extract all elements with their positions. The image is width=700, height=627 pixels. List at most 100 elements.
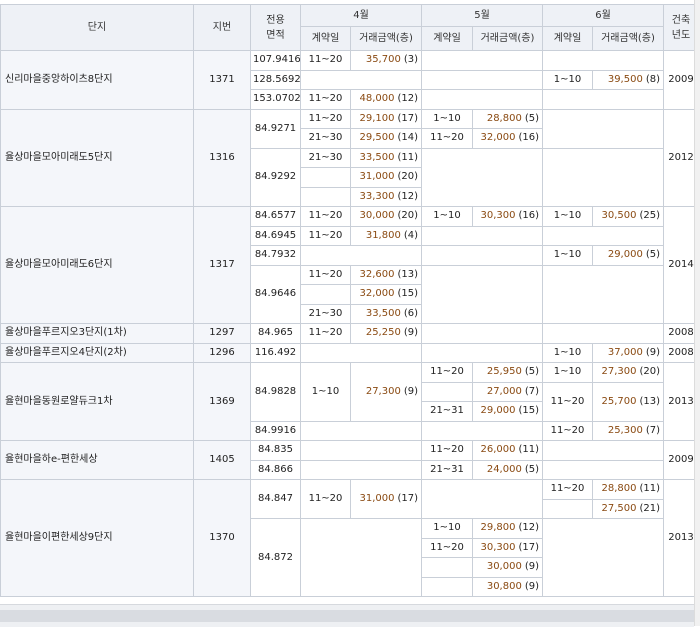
header-month-6: 6월 [542, 4, 664, 27]
contract-day-cell: 1~10 [421, 108, 473, 129]
amount-value: 32,000 [359, 288, 395, 300]
amount-value: 31,000 [359, 493, 395, 504]
contract-day-cell [300, 167, 351, 188]
amount-value: 30,800 [486, 580, 522, 592]
complex-name-cell: 율현마을하e-편한세상 [0, 440, 194, 480]
amount-value: 29,000 [480, 405, 516, 417]
empty-trade-cell [542, 147, 664, 207]
empty-trade-cell [300, 245, 422, 266]
area-cell: 84.866 [250, 459, 301, 480]
contract-day-cell: 21~30 [300, 128, 351, 149]
scrollbar-thumb[interactable] [0, 610, 694, 622]
empty-trade-cell [300, 518, 422, 597]
amount-value: 29,000 [607, 249, 643, 261]
floor-value: (12) [397, 93, 418, 105]
empty-trade-cell [542, 440, 664, 461]
amount-value: 24,000 [486, 463, 522, 475]
amount-value: 39,500 [607, 73, 643, 85]
contract-day-cell: 21~30 [300, 303, 351, 324]
amount-value: 33,500 [359, 151, 395, 163]
table-row: 율상마을모아미래도6단지 1317 84.6577 11~20 30,000 (20) 1~… [0, 206, 699, 324]
floor-value: (17) [397, 493, 418, 504]
area-cell: 107.9416 [250, 50, 301, 71]
complex-name-cell: 율현마을동원로얄듀크1차 [0, 362, 194, 441]
area-cell: 84.9271 [250, 108, 301, 149]
trade-amount-cell: 33,300 (12) [350, 186, 422, 207]
contract-day-cell: 11~20 [300, 225, 351, 246]
table-body: 신리마을중앙하이츠8단지 1371 107.9416 11~20 35,700 (3) 20… [0, 50, 699, 597]
trade-amount-cell: 29,000 (15) [472, 401, 543, 422]
contract-day-cell: 1~10 [542, 342, 593, 363]
empty-trade-cell [421, 69, 543, 90]
area-cell: 84.7932 [250, 245, 301, 266]
lot-number-cell: 1405 [193, 440, 251, 480]
amount-value: 27,300 [365, 385, 401, 397]
contract-day-cell [421, 381, 473, 402]
contract-day-cell: 1~10 [542, 245, 593, 266]
empty-trade-cell [421, 245, 543, 266]
trade-table: 단지 지번 전용 면적 4월 5월 6월 건축 년도 계약일 거래금액(층) 계… [0, 4, 699, 597]
amount-value: 48,000 [359, 93, 395, 105]
table-row: 율상마을모아미래도5단지 1316 84.9271 11~20 29,100 (17) 1~… [0, 108, 699, 207]
contract-day-cell: 11~20 [300, 108, 351, 129]
trade-amount-cell: 37,000 (9) [592, 342, 664, 363]
amount-value: 30,000 [359, 210, 395, 222]
lot-number-cell: 1370 [193, 479, 251, 597]
floor-value: (5) [645, 249, 660, 261]
contract-day-cell: 21~31 [421, 401, 473, 422]
floor-value: (9) [403, 385, 418, 397]
amount-value: 37,000 [607, 346, 643, 358]
header-month-5: 5월 [421, 4, 543, 27]
amount-value: 25,250 [365, 327, 401, 339]
floor-value: (13) [397, 268, 418, 280]
header-built-year-text: 건축 년도 [671, 14, 691, 41]
floor-value: (14) [397, 132, 418, 144]
lot-number-cell: 1371 [193, 50, 251, 110]
table-pane: 단지 지번 전용 면적 4월 5월 6월 건축 년도 계약일 거래금액(층) 계… [0, 0, 699, 604]
empty-trade-cell [421, 479, 543, 519]
trade-amount-cell: 39,500 (8) [592, 69, 664, 90]
empty-trade-cell [421, 50, 543, 71]
floor-value: (9) [524, 580, 539, 592]
area-cell: 84.9292 [250, 147, 301, 207]
area-cell: 84.9916 [250, 420, 301, 441]
empty-trade-cell [300, 420, 422, 441]
table-row: 신리마을중앙하이츠8단지 1371 107.9416 11~20 35,700 (3) 20… [0, 50, 699, 110]
area-cell: 153.0702 [250, 89, 301, 110]
contract-day-cell: 21~31 [421, 459, 473, 480]
floor-value: (5) [524, 366, 539, 378]
trade-amount-cell: 30,000 (20) [350, 206, 422, 227]
trade-amount-cell: 29,500 (14) [350, 128, 422, 149]
amount-value: 30,500 [601, 210, 637, 222]
header-month-4: 4월 [300, 4, 422, 27]
vertical-scrollbar[interactable] [694, 0, 700, 626]
contract-day-cell: 11~20 [421, 537, 473, 558]
trade-amount-cell: 32,000 (16) [472, 128, 543, 149]
floor-value: (5) [524, 112, 539, 124]
trade-amount-cell: 30,000 (9) [472, 557, 543, 578]
trade-amount-cell: 28,800 (11) [592, 479, 664, 500]
trade-amount-cell: 33,500 (6) [350, 303, 422, 324]
area-cell: 84.835 [250, 440, 301, 461]
contract-day-cell [421, 576, 473, 597]
contract-day-cell: 11~20 [300, 323, 351, 344]
empty-trade-cell [542, 518, 664, 597]
contract-day-cell [421, 557, 473, 578]
contract-day-cell: 11~20 [300, 479, 351, 519]
amount-value: 32,000 [480, 132, 516, 144]
amount-value: 35,700 [365, 54, 401, 66]
amount-value: 27,300 [601, 366, 637, 378]
table-row: 율상마을푸르지오4단지(2차) 1296 116.492 1~10 37,000 (9) 2… [0, 342, 699, 363]
floor-value: (4) [403, 229, 418, 241]
empty-trade-cell [300, 440, 422, 461]
contract-day-cell: 11~20 [300, 89, 351, 110]
floor-value: (9) [403, 327, 418, 339]
trade-amount-cell: 25,300 (7) [592, 420, 664, 441]
contract-day-cell: 11~20 [542, 479, 593, 500]
empty-trade-cell [542, 108, 664, 149]
trade-amount-cell: 48,000 (12) [350, 89, 422, 110]
complex-name-cell: 율상마을모아미래도5단지 [0, 108, 194, 207]
floor-value: (17) [518, 541, 539, 553]
amount-value: 28,800 [601, 483, 637, 495]
horizontal-scrollbar[interactable] [0, 604, 694, 627]
